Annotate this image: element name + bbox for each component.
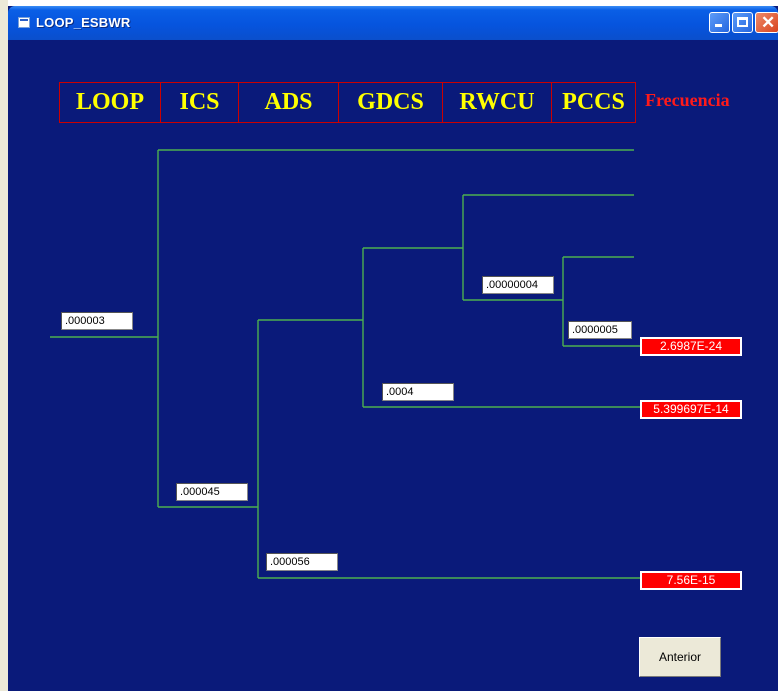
result-frequency-2: 5.399697E-14 bbox=[640, 400, 742, 419]
gdcs-probability-field[interactable]: .0004 bbox=[382, 383, 454, 401]
result-frequency-3: 7.56E-15 bbox=[640, 571, 742, 590]
desktop-edge bbox=[0, 0, 8, 691]
app-window: LOOP_ESBWR ✕ LOOP ICS ADS GDCS RWCU PCCS… bbox=[8, 6, 778, 691]
pccs-probability-field[interactable]: .0000005 bbox=[568, 321, 632, 339]
ics-probability-field[interactable]: .000045 bbox=[176, 483, 248, 501]
anterior-button[interactable]: Anterior bbox=[639, 637, 721, 677]
loop-probability-field[interactable]: .000003 bbox=[61, 312, 133, 330]
rwcu-probability-field[interactable]: .00000004 bbox=[482, 276, 554, 294]
result-frequency-1: 2.6987E-24 bbox=[640, 337, 742, 356]
ads-probability-field[interactable]: .000056 bbox=[266, 553, 338, 571]
